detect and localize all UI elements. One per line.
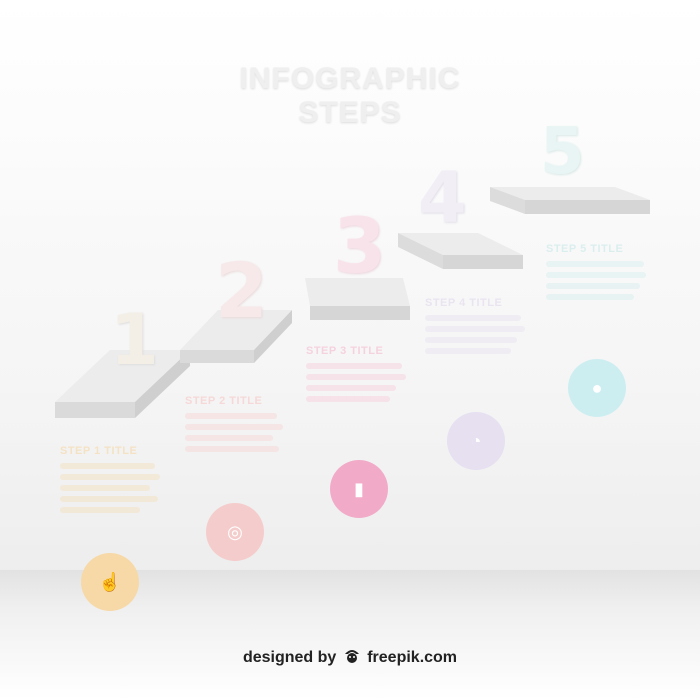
- step-2-circle: ◎: [206, 503, 264, 561]
- step-1: 1: [55, 305, 195, 430]
- step-3-title: STEP 3 TITLE: [306, 345, 384, 357]
- step-3-circle: ▮: [330, 460, 388, 518]
- page-title: INFOGRAPHIC STEPS: [239, 62, 461, 129]
- step-2-text: STEP 2 TITLE: [185, 395, 305, 457]
- step-4-text: STEP 4 TITLE: [425, 297, 545, 359]
- credit-prefix: designed by: [242, 649, 337, 666]
- freepik-logo-icon: [343, 648, 361, 669]
- step-5-text: STEP 5 TITLE: [546, 243, 666, 305]
- step-2: 2: [180, 253, 300, 375]
- step-1-circle: ☝: [81, 553, 139, 611]
- credit-brand: freepik.com: [367, 649, 458, 666]
- step-5-title: STEP 5 TITLE: [546, 243, 624, 255]
- step-1-text: STEP 1 TITLE: [60, 445, 180, 518]
- step-3-text: STEP 3 TITLE: [306, 345, 426, 407]
- step-4-title: STEP 4 TITLE: [425, 297, 503, 309]
- clock-icon: ◔: [470, 430, 482, 451]
- step-5-platform: [490, 187, 650, 214]
- step-1-title: STEP 1 TITLE: [60, 445, 138, 457]
- bar-chart-icon: ▮: [354, 478, 364, 499]
- step-4-circle: ◔: [447, 412, 505, 470]
- step-5-circle: ●: [568, 359, 626, 417]
- user-icon: ●: [591, 377, 603, 398]
- step-2-number: 2: [215, 246, 268, 335]
- infographic-canvas: { "title": "INFOGRAPHIC STEPS", "steps":…: [0, 0, 700, 700]
- target-icon: ◎: [227, 521, 243, 542]
- step-4-number: 4: [418, 157, 467, 239]
- step-1-number: 1: [110, 299, 159, 381]
- step-5-number: 5: [540, 115, 585, 189]
- step-5: 5: [490, 120, 655, 242]
- step-3-number: 3: [333, 201, 386, 290]
- step-2-title: STEP 2 TITLE: [185, 395, 263, 407]
- finger-tap-icon: ☝: [98, 571, 122, 592]
- credit: designed by freepik.com: [0, 648, 700, 669]
